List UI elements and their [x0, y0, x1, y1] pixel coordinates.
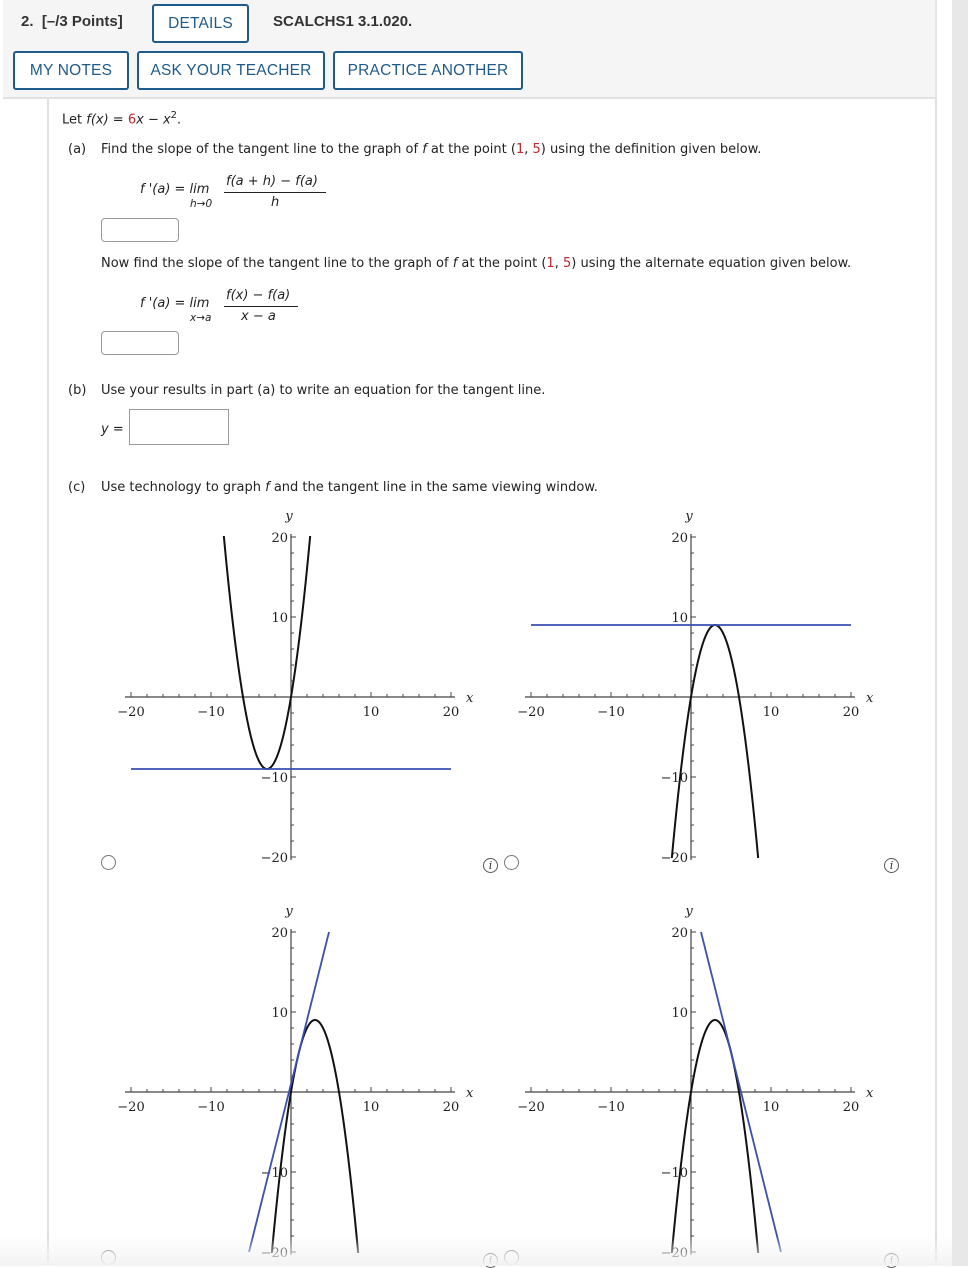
- y-tick-label: 20: [271, 926, 288, 941]
- y-tick-label: −20: [661, 851, 688, 866]
- y-tick-label: −10: [661, 771, 688, 786]
- graph-option-1: −20 −10 10 202010−10−20xy−20 −10 10 202010−10−…: [117, 509, 874, 1261]
- option-3: −20 −10 10 20 20 10 −10 −20 x y: [117, 904, 474, 1261]
- y-tick-label: −20: [261, 1246, 288, 1261]
- y-axis-label: y: [284, 509, 293, 524]
- x-tick-label: −10: [597, 705, 624, 720]
- x-tick-label: −10: [597, 1100, 624, 1115]
- option-1: −20 −10 10 20 20 10 −10 −20 x y: [117, 509, 474, 866]
- x-tick-label: −20: [117, 705, 144, 720]
- function-curve: [270, 1018, 360, 1253]
- x-tick-label: −10: [197, 1100, 224, 1115]
- y-tick-label: 20: [671, 926, 688, 941]
- option-4: −20 −10 10 20 20 10 −10 −20 x y: [517, 904, 874, 1261]
- x-axis-label: x: [866, 1086, 874, 1101]
- y-tick-label: −20: [661, 1246, 688, 1261]
- y-tick-label: 20: [271, 531, 288, 546]
- x-tick-label: −20: [117, 1100, 144, 1115]
- x-axis-label: x: [466, 691, 474, 706]
- function-curve: [222, 536, 312, 771]
- x-tick-label: 10: [763, 705, 780, 720]
- x-tick-label: −20: [517, 1100, 544, 1115]
- y-axis-label: y: [284, 904, 293, 919]
- y-axis-label: y: [684, 509, 693, 524]
- function-curve: [670, 623, 760, 858]
- choice-radio-1[interactable]: [101, 855, 116, 870]
- y-axis-label: y: [684, 904, 693, 919]
- x-tick-label: 20: [443, 705, 460, 720]
- y-tick-label: −10: [261, 771, 288, 786]
- y-tick-label: −20: [261, 851, 288, 866]
- option-2: −20 −10 10 20 20 10 −10 −20 x y: [517, 509, 874, 866]
- y-tick-label: 10: [671, 1006, 688, 1021]
- x-tick-label: 10: [763, 1100, 780, 1115]
- y-tick-label: 10: [271, 1006, 288, 1021]
- y-tick-label: 20: [671, 531, 688, 546]
- x-axis-label: x: [866, 691, 874, 706]
- x-tick-label: 10: [363, 1100, 380, 1115]
- x-tick-label: −10: [197, 705, 224, 720]
- choice-radio-3[interactable]: [101, 1250, 116, 1265]
- x-tick-label: 20: [443, 1100, 460, 1115]
- x-tick-label: −20: [517, 705, 544, 720]
- x-tick-label: 20: [843, 1100, 860, 1115]
- info-icon[interactable]: i: [483, 858, 498, 873]
- y-tick-label: 10: [271, 611, 288, 626]
- x-axis-label: x: [466, 1086, 474, 1101]
- x-tick-label: 20: [843, 705, 860, 720]
- y-tick-label: −10: [661, 1166, 688, 1181]
- choice-radio-4[interactable]: [504, 1250, 519, 1265]
- function-curve: [670, 1018, 760, 1253]
- info-icon[interactable]: i: [884, 858, 899, 873]
- x-tick-label: 10: [363, 705, 380, 720]
- y-tick-label: 10: [671, 611, 688, 626]
- y-tick-label: −10: [261, 1166, 288, 1181]
- choice-radio-2[interactable]: [504, 855, 519, 870]
